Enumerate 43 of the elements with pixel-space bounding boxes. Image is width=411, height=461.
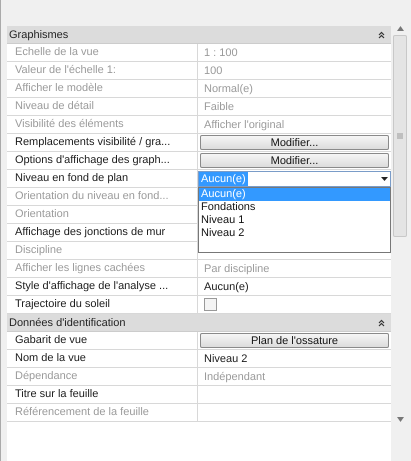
section-title: Graphismes	[9, 28, 68, 40]
property-label: Options d'affichage des graph...	[7, 152, 198, 169]
modify-button[interactable]: Plan de l'ossature	[200, 333, 389, 348]
dropdown-arrow-icon	[381, 176, 388, 180]
property-label: Orientation	[7, 206, 198, 223]
property-value: Niveau 2	[203, 352, 248, 364]
section-header[interactable]: Graphismes	[7, 26, 391, 44]
property-label: Affichage des jonctions de mur	[7, 224, 198, 241]
property-label: Afficher le modèle	[7, 80, 198, 97]
property-value: Normal(e)	[203, 82, 254, 94]
scroll-thumb[interactable]	[393, 35, 407, 237]
property-label: Référencement de la feuille	[7, 404, 198, 421]
property-label: Style d'affichage de l'analyse ...	[7, 278, 198, 295]
property-label: Valeur de l'échelle 1:	[7, 62, 198, 79]
checkbox[interactable]	[204, 298, 217, 311]
property-label: Afficher les lignes cachées	[7, 260, 198, 277]
property-value: 1 : 100	[203, 46, 239, 58]
collapse-icon[interactable]	[378, 30, 385, 38]
property-label: Echelle de la vue	[7, 44, 198, 61]
property-value: 100	[203, 64, 224, 76]
section-title: Données d'identification	[9, 316, 126, 328]
property-label: Dépendance	[7, 368, 198, 385]
property-value: Faible	[203, 100, 235, 112]
scroll-down-icon[interactable]	[396, 417, 404, 422]
property-label: Gabarit de vue	[7, 332, 198, 349]
collapse-icon[interactable]	[378, 318, 385, 326]
scrollbar[interactable]	[393, 26, 407, 422]
modify-button[interactable]: Modifier...	[200, 153, 389, 168]
property-value: Aucun(e)	[203, 280, 250, 292]
property-value: Indépendant	[203, 370, 266, 382]
modify-button[interactable]: Modifier...	[200, 135, 389, 150]
section-header[interactable]: Données d'identification	[7, 314, 391, 332]
property-label: Remplacements visibilité / gra...	[7, 134, 198, 151]
property-label: Titre sur la feuille	[7, 386, 198, 403]
property-label: Discipline	[7, 242, 198, 259]
property-label: Visibilité des éléments	[7, 116, 198, 133]
scroll-up-icon[interactable]	[396, 26, 404, 31]
property-label: Orientation du niveau en fond...	[7, 188, 198, 205]
property-value: Par discipline	[203, 262, 270, 274]
property-label: Niveau de détail	[7, 98, 198, 115]
property-label: Nom de la vue	[7, 350, 198, 367]
property-value: Afficher l'original	[203, 118, 286, 130]
property-label: Trajectoire du soleil	[7, 296, 198, 313]
